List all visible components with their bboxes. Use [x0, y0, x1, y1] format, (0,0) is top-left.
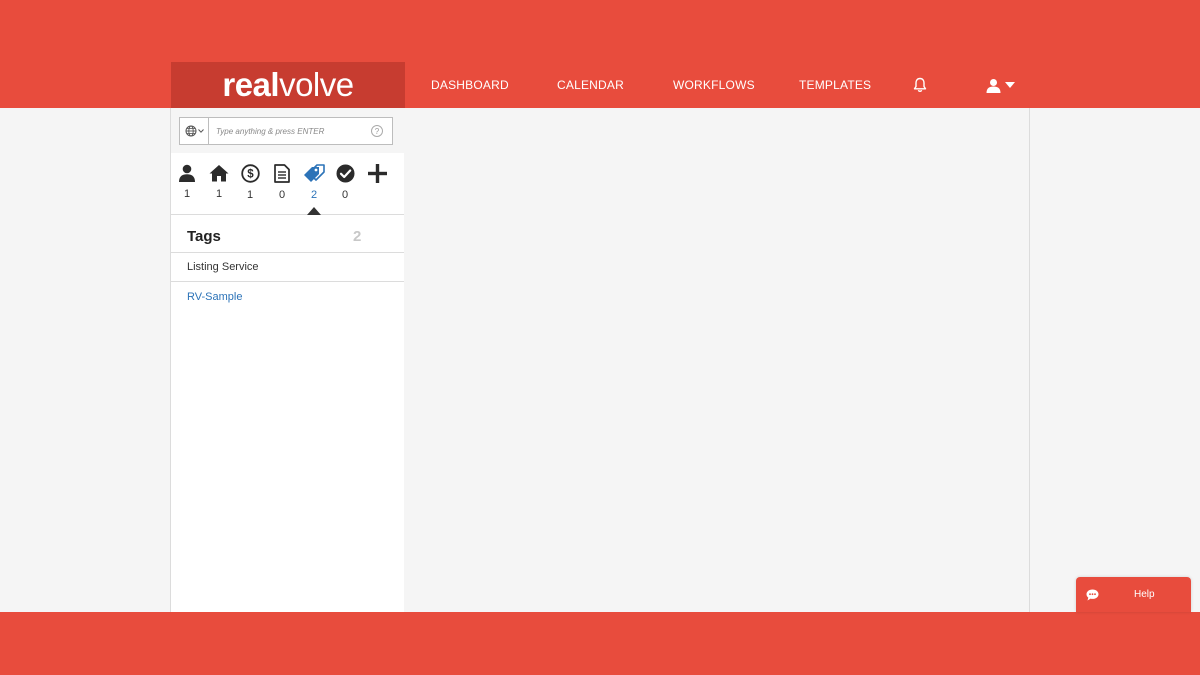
section-count: 2 [353, 228, 362, 245]
footer-band [0, 612, 1200, 675]
sidebar-panel: ? 1 1 $ 1 [171, 108, 404, 612]
search-box: ? [179, 117, 393, 145]
chevron-down-icon [197, 129, 204, 133]
category-count: 2 [310, 189, 318, 201]
document-icon [274, 164, 290, 183]
category-documents[interactable]: 0 [270, 164, 294, 201]
chat-bubble-icon [1086, 589, 1099, 600]
search-area: ? [171, 108, 404, 153]
right-border-line [1029, 108, 1030, 612]
category-transactions[interactable]: $ 1 [238, 164, 262, 201]
category-count: 1 [183, 188, 191, 200]
nav-calendar[interactable]: CALENDAR [557, 78, 624, 94]
active-category-indicator [307, 207, 321, 215]
help-label: Help [1134, 589, 1155, 600]
nav-templates[interactable]: TEMPLATES [799, 78, 871, 94]
check-circle-icon [336, 164, 354, 183]
search-input[interactable] [209, 119, 371, 143]
nav-workflows[interactable]: WORKFLOWS [673, 78, 755, 94]
globe-icon [185, 125, 196, 137]
tag-list-item[interactable]: RV-Sample [171, 282, 404, 311]
tags-section-header: Tags 2 [171, 216, 404, 253]
help-chat-button[interactable]: Help [1076, 577, 1191, 612]
category-contacts[interactable]: 1 [175, 164, 199, 200]
category-tags[interactable]: 2 [302, 164, 326, 201]
nav-dashboard[interactable]: DASHBOARD [431, 78, 509, 94]
realvolve-logo[interactable]: real volve [171, 62, 405, 108]
category-properties[interactable]: 1 [207, 164, 231, 200]
category-count: 1 [246, 189, 254, 201]
search-help-icon[interactable]: ? [371, 125, 383, 137]
plus-icon [367, 164, 387, 183]
category-count: 0 [278, 189, 286, 201]
svg-text:$: $ [247, 169, 254, 181]
logo-light-text: volve [279, 66, 354, 103]
tag-list-item[interactable]: Listing Service [171, 253, 404, 282]
search-scope-dropdown[interactable] [180, 118, 209, 144]
category-count: 1 [215, 188, 223, 200]
dollar-icon: $ [240, 164, 260, 183]
notifications-button[interactable] [910, 75, 930, 95]
user-icon [986, 78, 1001, 93]
home-icon [209, 165, 229, 182]
person-icon [179, 164, 195, 182]
section-title: Tags [187, 228, 221, 245]
category-bar: 1 1 $ 1 0 2 0 [171, 153, 404, 215]
bell-icon [913, 77, 927, 92]
user-menu-button[interactable] [986, 75, 1022, 95]
tags-icon [304, 164, 325, 182]
category-tasks[interactable]: 0 [333, 164, 357, 201]
add-new-button[interactable] [365, 164, 389, 189]
caret-down-icon [1005, 82, 1015, 88]
logo-bold-text: real [222, 66, 280, 103]
category-count: 0 [341, 189, 349, 201]
